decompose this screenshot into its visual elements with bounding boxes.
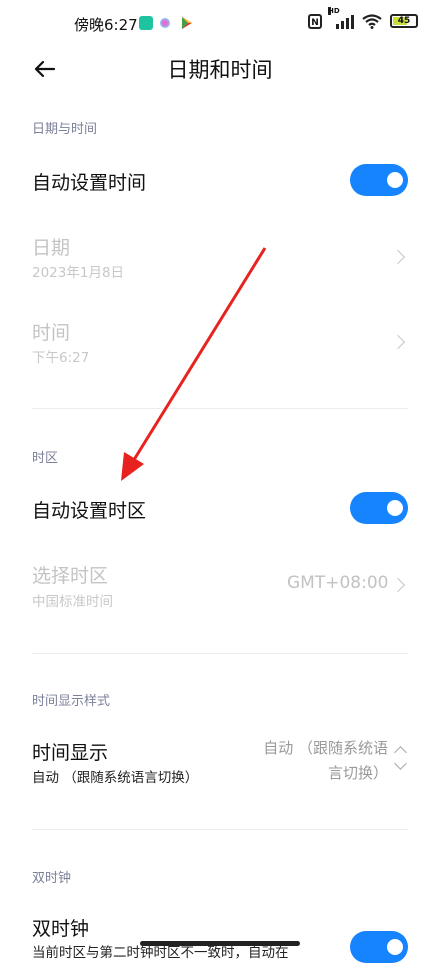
chevron-right-icon [390, 334, 406, 350]
dual-clock-label: 双时钟 [32, 918, 90, 940]
play-store-icon [182, 17, 192, 29]
chevron-right-icon [390, 577, 406, 593]
battery-level: 45 [397, 16, 411, 26]
time-display-sub: 自动 （跟随系统语言切换） [32, 770, 199, 786]
timezone-value: GMT+08:00 [287, 573, 389, 593]
signal-icon: HD [328, 7, 354, 29]
auto-time-toggle[interactable] [350, 164, 408, 196]
assistant-app-icon [160, 18, 170, 28]
time-row[interactable]: 时间 下午6:27 [0, 310, 440, 380]
select-timezone-row[interactable]: 选择时区 中国标准时间 GMT+08:00 [0, 555, 440, 625]
section-header-date-time: 日期与时间 [32, 122, 98, 137]
divider [32, 408, 408, 409]
select-timezone-sub: 中国标准时间 [32, 594, 113, 610]
page-title: 日期和时间 [167, 58, 273, 82]
security-app-icon [139, 16, 153, 30]
section-header-time-format: 时间显示样式 [32, 694, 111, 709]
auto-timezone-toggle[interactable] [350, 492, 408, 524]
time-display-value: 自动 （跟随系统语 言切换） [228, 736, 388, 786]
wifi-icon [362, 13, 382, 29]
annotation-arrow [121, 247, 267, 481]
select-timezone-label: 选择时区 [32, 565, 109, 587]
date-value: 2023年1月8日 [32, 265, 125, 281]
time-value: 下午6:27 [32, 350, 90, 366]
section-header-dual-clock: 双时钟 [32, 871, 72, 886]
date-row[interactable]: 日期 2023年1月8日 [0, 225, 440, 295]
section-header-timezone: 时区 [32, 451, 59, 466]
auto-time-label: 自动设置时间 [32, 172, 147, 194]
divider [32, 829, 408, 830]
time-display-value-line1: 自动 （跟随系统语 [263, 739, 388, 757]
status-bar: 傍晚6:27 N HD 45 [0, 0, 440, 48]
battery-icon: 45 [390, 14, 418, 28]
auto-time-row[interactable]: 自动设置时间 [0, 150, 440, 210]
date-label: 日期 [32, 237, 71, 259]
dual-clock-row[interactable]: 双时钟 当前时区与第二时钟时区不一致时，自动在 [0, 906, 440, 963]
home-indicator[interactable] [140, 941, 300, 946]
auto-timezone-row[interactable]: 自动设置时区 [0, 478, 440, 538]
nfc-icon: N [308, 13, 322, 29]
time-display-label: 时间显示 [32, 742, 109, 764]
status-time: 傍晚6:27 [74, 16, 138, 34]
dual-clock-toggle[interactable] [350, 931, 408, 963]
chevron-right-icon [390, 249, 406, 265]
time-label: 时间 [32, 322, 71, 344]
time-display-row[interactable]: 时间显示 自动 （跟随系统语言切换） 自动 （跟随系统语 言切换） [0, 730, 440, 800]
auto-timezone-label: 自动设置时区 [32, 500, 147, 522]
divider [32, 653, 408, 654]
status-icons: N HD 45 [308, 7, 418, 29]
chevron-down-icon [394, 757, 407, 770]
time-display-value-line2: 言切换） [327, 764, 388, 782]
